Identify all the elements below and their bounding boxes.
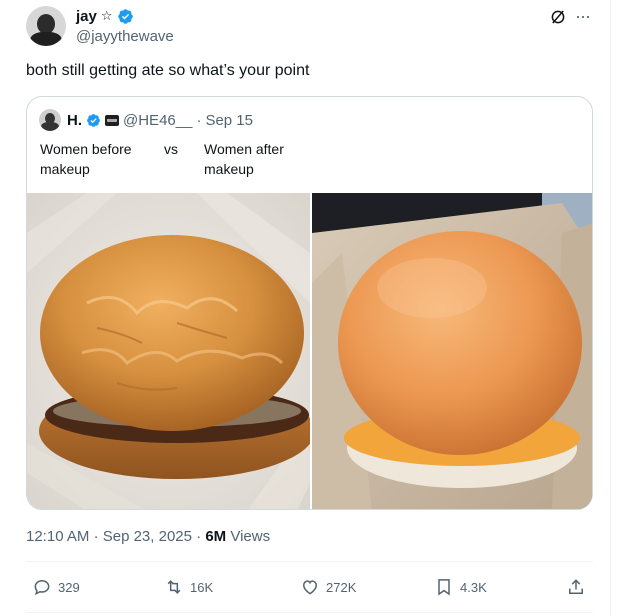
views-count: 6M — [205, 528, 227, 545]
quoted-display-name[interactable]: H. — [67, 112, 82, 129]
avatar-body-shape — [41, 122, 59, 131]
reply-count: 329 — [58, 579, 80, 595]
quoted-text-vs: vs — [164, 141, 178, 157]
quoted-separator: · — [196, 111, 202, 129]
author-name-row[interactable]: jay ☆ — [76, 6, 134, 26]
tweet-time[interactable]: 12:10 AM — [26, 528, 89, 545]
divider — [26, 612, 593, 613]
verified-badge-icon — [87, 113, 100, 127]
heart-icon — [302, 580, 318, 595]
avatar-body-shape — [30, 32, 62, 46]
tweet-text: both still getting ate so what’s your po… — [26, 62, 310, 79]
quoted-text-left: Women before makeup — [40, 141, 132, 177]
like-count: 272K — [326, 579, 357, 595]
tweet-meta: 12:10 AM · Sep 23, 2025 · 6M Views — [26, 528, 270, 545]
real-burger-photo[interactable] — [27, 193, 310, 509]
author-handle[interactable]: @jayythewave — [76, 28, 174, 45]
share-button[interactable] — [566, 576, 586, 598]
quoted-author-avatar[interactable] — [39, 109, 61, 131]
quoted-date[interactable]: Sep 15 — [205, 112, 253, 129]
grok-icon[interactable] — [549, 8, 567, 26]
repost-icon — [167, 580, 181, 594]
bookmark-icon — [438, 579, 450, 596]
reply-button[interactable]: 329 — [32, 576, 80, 598]
quoted-handle[interactable]: @HE46__ — [123, 112, 192, 129]
tweet-page: jay ☆ @jayythewave ··· both still gettin… — [0, 0, 619, 616]
repost-count: 16K — [190, 579, 214, 595]
affiliate-badge-icon — [105, 114, 119, 126]
reply-icon — [34, 579, 50, 596]
quoted-header: H. @HE46__ · Sep 15 — [67, 110, 253, 130]
bookmark-count: 4.3K — [460, 579, 487, 595]
meta-separator: · — [93, 528, 99, 545]
repost-button[interactable]: 16K — [164, 576, 213, 598]
author-avatar[interactable] — [26, 6, 66, 46]
divider — [26, 561, 593, 562]
bookmark-button[interactable]: 4.3K — [434, 576, 487, 598]
verified-badge-icon — [117, 8, 133, 24]
author-display-name[interactable]: jay — [76, 8, 97, 25]
name-suffix-star: ☆ — [100, 8, 113, 23]
avatar-head-shape — [37, 14, 55, 34]
views-label: Views — [230, 528, 271, 545]
more-options-icon[interactable]: ··· — [575, 6, 591, 27]
quoted-text-right: Women after makeup — [204, 141, 284, 177]
column-divider — [610, 0, 611, 616]
tweet-date[interactable]: Sep 23, 2025 — [103, 528, 192, 545]
like-button[interactable]: 272K — [300, 576, 356, 598]
meta-separator: · — [196, 528, 202, 545]
smooth-burger-photo[interactable] — [312, 193, 592, 509]
quoted-tweet-card[interactable]: H. @HE46__ · Sep 15 Women before makeup … — [26, 96, 593, 510]
share-icon — [569, 579, 583, 594]
